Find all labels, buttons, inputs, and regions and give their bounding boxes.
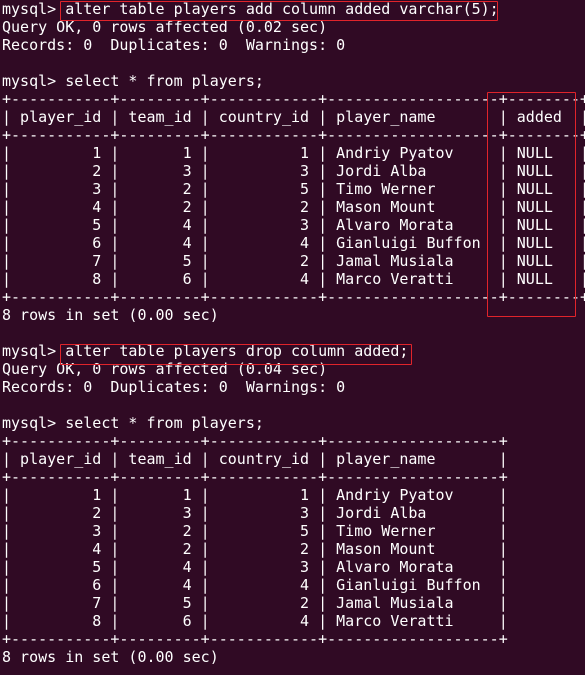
mysql-prompt: mysql> <box>2 72 57 90</box>
prompt-line-select: mysql> select * from players; <box>2 414 585 432</box>
table-row: | 2 | 3 | 3 | Jordi Alba | NULL | <box>2 162 585 180</box>
command-drop-column: alter table players drop column added; <box>65 342 409 360</box>
terminal-window[interactable]: mysql> alter table players add column ad… <box>2 0 585 666</box>
table-row: | 5 | 4 | 3 | Alvaro Morata | NULL | <box>2 216 585 234</box>
status-line: Query OK, 0 rows affected (0.04 sec) <box>2 360 328 378</box>
table-header-row: | player_id | team_id | country_id | pla… <box>2 108 585 126</box>
table-row: | 2 | 3 | 3 | Jordi Alba | <box>2 504 508 522</box>
table-header-row: | player_id | team_id | country_id | pla… <box>2 450 508 468</box>
table-row: | 1 | 1 | 1 | Andriy Pyatov | NULL | <box>2 144 585 162</box>
table-border: +-----------+---------+------------+----… <box>2 432 508 450</box>
records-line: Records: 0 Duplicates: 0 Warnings: 0 <box>2 378 346 396</box>
mysql-prompt: mysql> <box>2 0 57 18</box>
mysql-prompt: mysql> <box>2 414 57 432</box>
result-summary: 8 rows in set (0.00 sec) <box>2 648 219 666</box>
table-border: +-----------+---------+------------+----… <box>2 288 585 306</box>
table-row: | 4 | 2 | 2 | Mason Mount | <box>2 540 508 558</box>
table-row: | 6 | 4 | 4 | Gianluigi Buffon | <box>2 576 508 594</box>
prompt-line-add-column: mysql> alter table players add column ad… <box>2 0 585 18</box>
prompt-line-drop-column: mysql> alter table players drop column a… <box>2 342 585 360</box>
mysql-prompt: mysql> <box>2 342 57 360</box>
table-row: | 7 | 5 | 2 | Jamal Musiala | <box>2 594 508 612</box>
table-row: | 8 | 6 | 4 | Marco Veratti | <box>2 612 508 630</box>
table-row: | 7 | 5 | 2 | Jamal Musiala | NULL | <box>2 252 585 270</box>
records-line: Records: 0 Duplicates: 0 Warnings: 0 <box>2 36 346 54</box>
table-row: | 4 | 2 | 2 | Mason Mount | NULL | <box>2 198 585 216</box>
prompt-line-select: mysql> select * from players; <box>2 72 585 90</box>
command-select: select * from players; <box>65 414 264 432</box>
table-border: +-----------+---------+------------+----… <box>2 126 585 144</box>
table-row: | 3 | 2 | 5 | Timo Werner | <box>2 522 508 540</box>
command-select: select * from players; <box>65 72 264 90</box>
result-summary: 8 rows in set (0.00 sec) <box>2 306 219 324</box>
table-row: | 6 | 4 | 4 | Gianluigi Buffon | NULL | <box>2 234 585 252</box>
table-border: +-----------+---------+------------+----… <box>2 468 508 486</box>
table-row: | 1 | 1 | 1 | Andriy Pyatov | <box>2 486 508 504</box>
status-line: Query OK, 0 rows affected (0.02 sec) <box>2 18 328 36</box>
table-border: +-----------+---------+------------+----… <box>2 630 508 648</box>
table-row: | 5 | 4 | 3 | Alvaro Morata | <box>2 558 508 576</box>
command-add-column: alter table players add column added var… <box>65 0 499 18</box>
table-row: | 3 | 2 | 5 | Timo Werner | NULL | <box>2 180 585 198</box>
table-row: | 8 | 6 | 4 | Marco Veratti | NULL | <box>2 270 585 288</box>
table-border: +-----------+---------+------------+----… <box>2 90 585 108</box>
